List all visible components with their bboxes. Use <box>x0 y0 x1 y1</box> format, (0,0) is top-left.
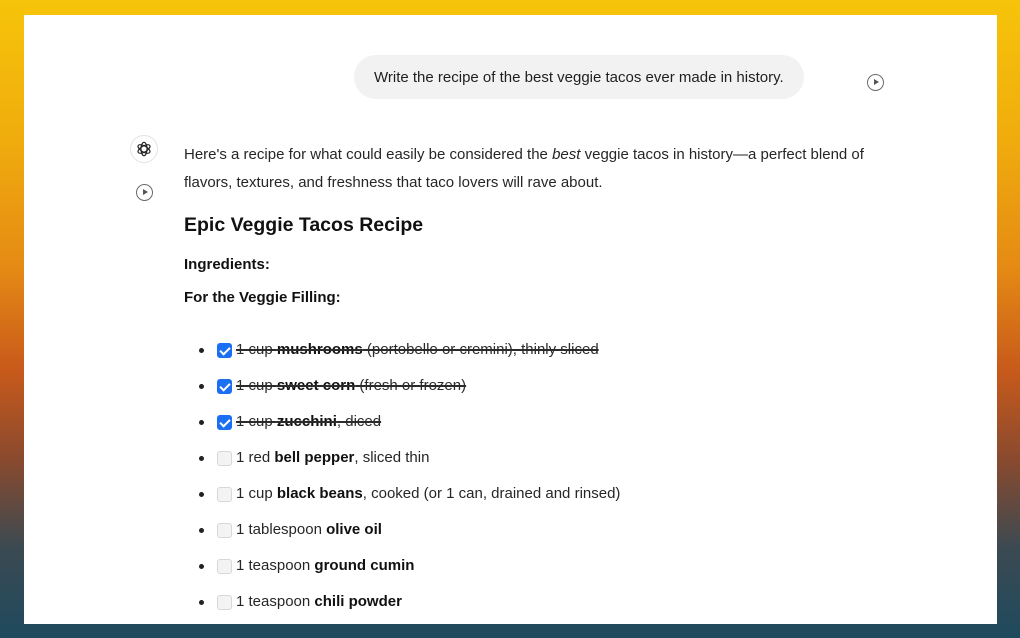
item-ingredient: bell pepper <box>274 449 355 466</box>
checklist-item: 1 cup mushrooms (portobello or cremini),… <box>184 332 904 368</box>
item-ingredient: ground cumin <box>314 557 415 574</box>
bullet-dot <box>199 564 204 569</box>
item-quantity: 1 red <box>236 449 275 466</box>
play-circle-icon[interactable] <box>136 184 153 201</box>
openai-logo-icon <box>137 141 151 157</box>
item-ingredient: sweet corn <box>276 377 356 394</box>
item-ingredient: black beans <box>276 485 363 502</box>
bullet-dot <box>199 600 204 605</box>
checkbox-unchecked[interactable] <box>217 486 232 502</box>
item-ingredient: zucchini <box>276 413 337 430</box>
item-quantity: 1 tablespoon <box>236 521 327 538</box>
checklist-item-text: 1 cup zucchini, diced <box>236 408 381 436</box>
bullet-dot <box>199 456 204 461</box>
intro-paragraph: Here's a recipe for what could easily be… <box>184 141 904 197</box>
bullet-dot <box>199 420 204 425</box>
play-circle-icon[interactable] <box>867 74 884 91</box>
assistant-message: Here's a recipe for what could easily be… <box>184 141 904 620</box>
checklist-item-text: 1 cup mushrooms (portobello or cremini),… <box>236 336 599 364</box>
checklist-item: 1 cup black beans, cooked (or 1 can, dra… <box>184 476 904 512</box>
checklist-item-text: 1 tablespoon olive oil <box>236 516 382 544</box>
filling-label: For the Veggie Filling: <box>184 289 341 306</box>
checkbox-unchecked[interactable] <box>217 558 232 574</box>
checklist-item-text: 1 cup sweet corn (fresh or frozen) <box>236 372 466 400</box>
item-detail: , diced <box>336 413 382 430</box>
checkbox-checked[interactable] <box>217 378 232 394</box>
item-quantity: 1 cup <box>236 341 277 358</box>
item-detail: (portobello or cremini), thinly sliced <box>362 341 599 358</box>
item-ingredient: mushrooms <box>276 341 363 358</box>
intro-emphasis: best <box>552 146 581 163</box>
ingredients-label: Ingredients: <box>184 256 270 273</box>
checklist-item: 1 cup zucchini, diced <box>184 404 904 440</box>
item-detail: (fresh or frozen) <box>355 377 467 394</box>
checklist-item: 1 tablespoon olive oil <box>184 512 904 548</box>
checkbox-unchecked[interactable] <box>217 522 232 538</box>
checklist-item-text: 1 teaspoon ground cumin <box>236 552 414 580</box>
bullet-dot <box>199 348 204 353</box>
item-quantity: 1 cup <box>236 413 277 430</box>
checklist-item: 1 teaspoon chili powder <box>184 584 904 620</box>
item-quantity: 1 teaspoon <box>236 557 315 574</box>
item-ingredient: olive oil <box>326 521 382 538</box>
bullet-dot <box>199 528 204 533</box>
intro-text: Here's a recipe for what could easily be… <box>184 146 553 163</box>
checkbox-checked[interactable] <box>217 342 232 358</box>
checklist-item-text: 1 cup black beans, cooked (or 1 can, dra… <box>236 480 620 508</box>
item-detail: , cooked (or 1 can, drained and rinsed) <box>362 485 621 502</box>
recipe-title: Epic Veggie Tacos Recipe <box>184 214 424 236</box>
item-quantity: 1 cup <box>236 377 277 394</box>
item-ingredient: chili powder <box>314 593 402 610</box>
user-message-text: Write the recipe of the best veggie taco… <box>374 68 784 86</box>
item-quantity: 1 teaspoon <box>236 593 315 610</box>
checklist-item: 1 red bell pepper, sliced thin <box>184 440 904 476</box>
checkbox-unchecked[interactable] <box>217 450 232 466</box>
checkbox-unchecked[interactable] <box>217 594 232 610</box>
checklist-item: 1 cup sweet corn (fresh or frozen) <box>184 368 904 404</box>
checklist-item: 1 teaspoon ground cumin <box>184 548 904 584</box>
checkbox-checked[interactable] <box>217 414 232 430</box>
ingredient-checklist: 1 cup mushrooms (portobello or cremini),… <box>184 332 904 620</box>
item-detail: , sliced thin <box>354 449 430 466</box>
chat-window: Write the recipe of the best veggie taco… <box>24 15 997 624</box>
checklist-item-text: 1 red bell pepper, sliced thin <box>236 444 429 472</box>
assistant-avatar <box>130 135 158 163</box>
item-quantity: 1 cup <box>236 485 277 502</box>
user-message-bubble: Write the recipe of the best veggie taco… <box>354 55 804 99</box>
checklist-item-text: 1 teaspoon chili powder <box>236 588 402 616</box>
bullet-dot <box>199 492 204 497</box>
bullet-dot <box>199 384 204 389</box>
